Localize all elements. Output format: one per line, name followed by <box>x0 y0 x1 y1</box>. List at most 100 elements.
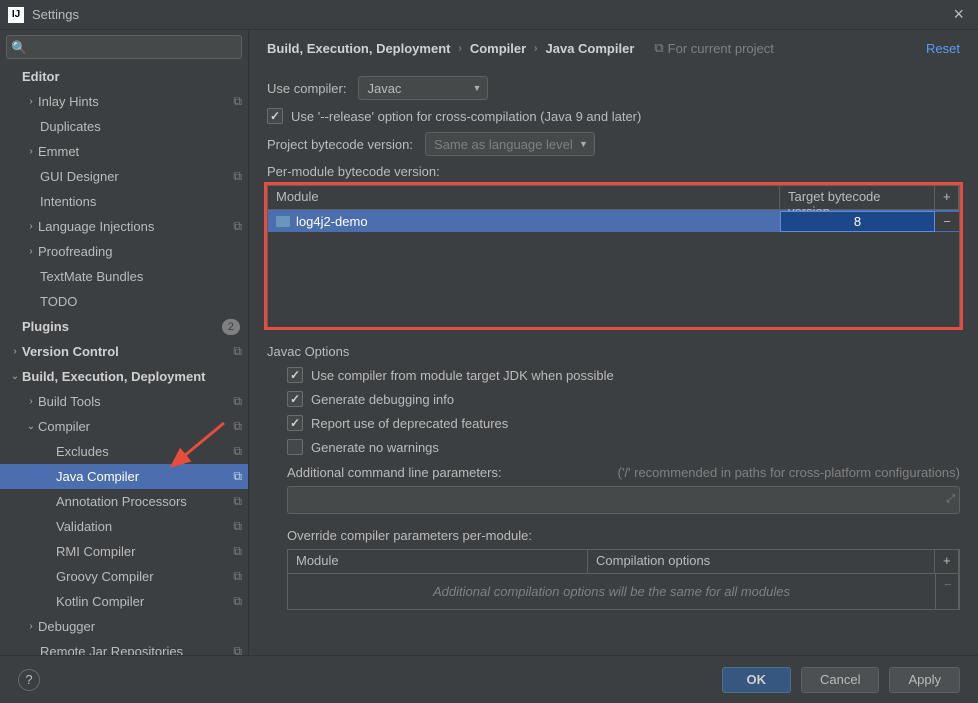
tree-intentions[interactable]: Intentions <box>0 189 248 214</box>
no-warnings-label: Generate no warnings <box>311 440 439 455</box>
search-input[interactable] <box>6 35 242 59</box>
project-icon: ⧉ <box>233 644 242 655</box>
search-input-wrap: 🔍 <box>6 35 242 59</box>
add-params-hint: ('/' recommended in paths for cross-plat… <box>618 465 960 480</box>
tree-java-compiler[interactable]: Java Compiler⧉ <box>0 464 248 489</box>
use-compiler-label: Use compiler: <box>267 81 346 96</box>
add-params-label: Additional command line parameters: <box>287 465 502 480</box>
project-icon: ⧉ <box>233 94 242 109</box>
help-button[interactable]: ? <box>18 669 40 691</box>
project-bytecode-dropdown[interactable]: Same as language level▼ <box>425 132 595 156</box>
project-icon: ⧉ <box>233 494 242 509</box>
override-table: Module Compilation options + Additional … <box>287 549 960 610</box>
tree-plugins[interactable]: Plugins2 <box>0 314 248 339</box>
breadcrumb-java-compiler: Java Compiler <box>546 41 635 56</box>
tree-language-injections[interactable]: ›Language Injections⧉ <box>0 214 248 239</box>
project-icon: ⧉ <box>233 594 242 609</box>
report-deprecated-checkbox[interactable] <box>287 415 303 431</box>
tree-excludes[interactable]: Excludes⧉ <box>0 439 248 464</box>
chevron-right-icon: › <box>534 43 537 54</box>
tree-proofreading[interactable]: ›Proofreading <box>0 239 248 264</box>
project-icon: ⧉ <box>233 444 242 459</box>
remove-module-button[interactable]: − <box>935 212 959 231</box>
tree-kotlin-compiler[interactable]: Kotlin Compiler⧉ <box>0 589 248 614</box>
project-icon: ⧉ <box>233 569 242 584</box>
use-target-jdk-checkbox[interactable] <box>287 367 303 383</box>
table-row[interactable]: log4j2-demo 8 − <box>268 210 959 232</box>
project-icon: ⧉ <box>233 469 242 484</box>
tree-debugger[interactable]: ›Debugger <box>0 614 248 639</box>
chevron-down-icon: ▼ <box>473 83 482 93</box>
project-icon: ⧉ <box>233 169 242 184</box>
target-version-cell[interactable]: 8 <box>780 211 935 232</box>
folder-icon <box>276 216 290 227</box>
ok-button[interactable]: OK <box>722 667 792 693</box>
module-bytecode-table: Module Target bytecode version + log4j2-… <box>267 185 960 328</box>
use-target-jdk-label: Use compiler from module target JDK when… <box>311 368 614 383</box>
report-deprecated-label: Report use of deprecated features <box>311 416 508 431</box>
main-panel: Build, Execution, Deployment › Compiler … <box>249 30 978 655</box>
chevron-right-icon: › <box>458 43 461 54</box>
project-icon: ⧉ <box>233 394 242 409</box>
tree-compiler[interactable]: ⌄Compiler⧉ <box>0 414 248 439</box>
release-option-checkbox[interactable] <box>267 108 283 124</box>
project-icon: ⧉ <box>233 519 242 534</box>
project-icon: ⧉ <box>233 419 242 434</box>
use-compiler-dropdown[interactable]: Javac▼ <box>358 76 488 100</box>
th-override-module: Module <box>288 550 588 573</box>
expand-icon[interactable]: ⤢ <box>946 493 955 506</box>
gen-debug-checkbox[interactable] <box>287 391 303 407</box>
add-module-button[interactable]: + <box>935 186 959 209</box>
breadcrumb: Build, Execution, Deployment › Compiler … <box>267 41 634 56</box>
cancel-button[interactable]: Cancel <box>801 667 879 693</box>
settings-tree: Editor ›Inlay Hints⧉ Duplicates ›Emmet G… <box>0 64 248 655</box>
th-target-version: Target bytecode version <box>780 186 935 209</box>
additional-params-input[interactable]: ⤢ <box>287 486 960 514</box>
tree-remote-jar[interactable]: Remote Jar Repositories⧉ <box>0 639 248 655</box>
tree-build-tools[interactable]: ›Build Tools⧉ <box>0 389 248 414</box>
project-icon: ⧉ <box>654 40 663 56</box>
remove-override-button[interactable]: − <box>935 574 959 609</box>
override-empty-message: Additional compilation options will be t… <box>288 574 935 609</box>
search-icon: 🔍 <box>11 40 27 56</box>
add-override-button[interactable]: + <box>935 550 959 573</box>
for-current-project-badge: ⧉ For current project <box>654 40 774 56</box>
titlebar: IJ Settings × <box>0 0 978 30</box>
project-icon: ⧉ <box>233 544 242 559</box>
gen-debug-label: Generate debugging info <box>311 392 454 407</box>
th-override-opts: Compilation options <box>588 550 935 573</box>
tree-todo[interactable]: TODO <box>0 289 248 314</box>
tree-gui-designer[interactable]: GUI Designer⧉ <box>0 164 248 189</box>
tree-emmet[interactable]: ›Emmet <box>0 139 248 164</box>
breadcrumb-compiler[interactable]: Compiler <box>470 41 526 56</box>
tree-build-execution-deployment[interactable]: ⌄Build, Execution, Deployment <box>0 364 248 389</box>
footer: ? OK Cancel Apply <box>0 655 978 703</box>
app-icon: IJ <box>8 7 24 23</box>
release-option-label: Use '--release' option for cross-compila… <box>291 109 641 124</box>
window-title: Settings <box>32 7 947 22</box>
per-module-label: Per-module bytecode version: <box>267 164 960 179</box>
breadcrumb-bed[interactable]: Build, Execution, Deployment <box>267 41 450 56</box>
tree-groovy-compiler[interactable]: Groovy Compiler⧉ <box>0 564 248 589</box>
tree-rmi-compiler[interactable]: RMI Compiler⧉ <box>0 539 248 564</box>
plugins-count-badge: 2 <box>222 319 240 335</box>
project-bytecode-label: Project bytecode version: <box>267 137 413 152</box>
tree-duplicates[interactable]: Duplicates <box>0 114 248 139</box>
tree-editor[interactable]: Editor <box>0 64 248 89</box>
tree-inlay-hints[interactable]: ›Inlay Hints⧉ <box>0 89 248 114</box>
tree-version-control[interactable]: ›Version Control⧉ <box>0 339 248 364</box>
th-module: Module <box>268 186 780 209</box>
reset-link[interactable]: Reset <box>926 41 960 56</box>
close-icon[interactable]: × <box>947 4 970 25</box>
tree-annotation-processors[interactable]: Annotation Processors⧉ <box>0 489 248 514</box>
chevron-down-icon: ▼ <box>579 139 588 149</box>
project-icon: ⧉ <box>233 219 242 234</box>
sidebar: 🔍 Editor ›Inlay Hints⧉ Duplicates ›Emmet… <box>0 30 249 655</box>
tree-validation[interactable]: Validation⧉ <box>0 514 248 539</box>
override-label: Override compiler parameters per-module: <box>287 528 960 543</box>
module-name: log4j2-demo <box>296 214 368 229</box>
javac-options-title: Javac Options <box>267 344 960 359</box>
apply-button[interactable]: Apply <box>889 667 960 693</box>
tree-textmate[interactable]: TextMate Bundles <box>0 264 248 289</box>
no-warnings-checkbox[interactable] <box>287 439 303 455</box>
